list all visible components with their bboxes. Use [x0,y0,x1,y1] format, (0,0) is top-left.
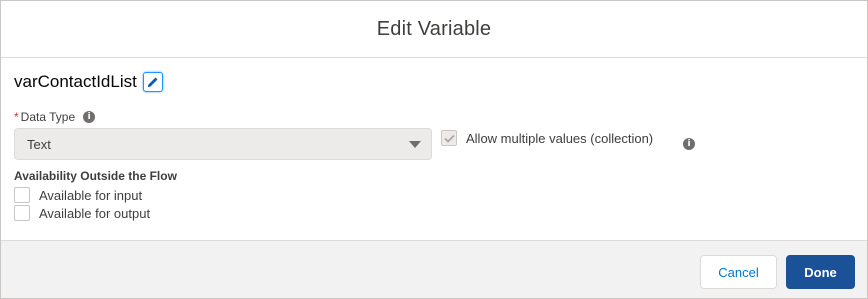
collection-info-icon[interactable]: i [683,138,695,150]
modal-footer: Cancel Done [1,240,867,298]
available-for-input-option[interactable]: Available for input [14,187,142,203]
collection-label: Allow multiple values (collection) [466,130,654,146]
info-icon[interactable]: i [83,111,96,123]
modal-header: Edit Variable [1,1,867,58]
variable-name-row: varContactIdList [14,70,163,94]
collection-option[interactable]: Allow multiple values (collection) [441,130,653,146]
checkmark-icon [443,134,455,143]
required-marker: * [14,110,19,124]
data-type-select[interactable]: Text [14,128,432,160]
modal-body: varContactIdList * Data Type i Text Allo… [1,59,867,240]
available-for-output-checkbox[interactable] [14,205,30,221]
edit-variable-modal: Edit Variable varContactIdList * Data Ty… [0,0,868,299]
availability-heading: Availability Outside the Flow [14,169,177,183]
data-type-selected-value: Text [27,136,51,152]
chevron-down-icon [409,141,421,148]
done-button[interactable]: Done [786,255,855,289]
cancel-button[interactable]: Cancel [700,255,777,289]
available-for-output-option[interactable]: Available for output [14,205,150,221]
pencil-icon [147,77,158,87]
modal-title: Edit Variable [376,18,492,40]
available-for-input-label: Available for input [39,187,143,203]
available-for-output-label: Available for output [39,205,151,221]
collection-checkbox[interactable] [441,130,457,146]
data-type-label: * Data Type i [14,110,96,124]
variable-name: varContactIdList [14,72,137,91]
data-type-label-text: Data Type [20,110,76,124]
available-for-input-checkbox[interactable] [14,187,30,203]
edit-name-button[interactable] [142,72,163,92]
